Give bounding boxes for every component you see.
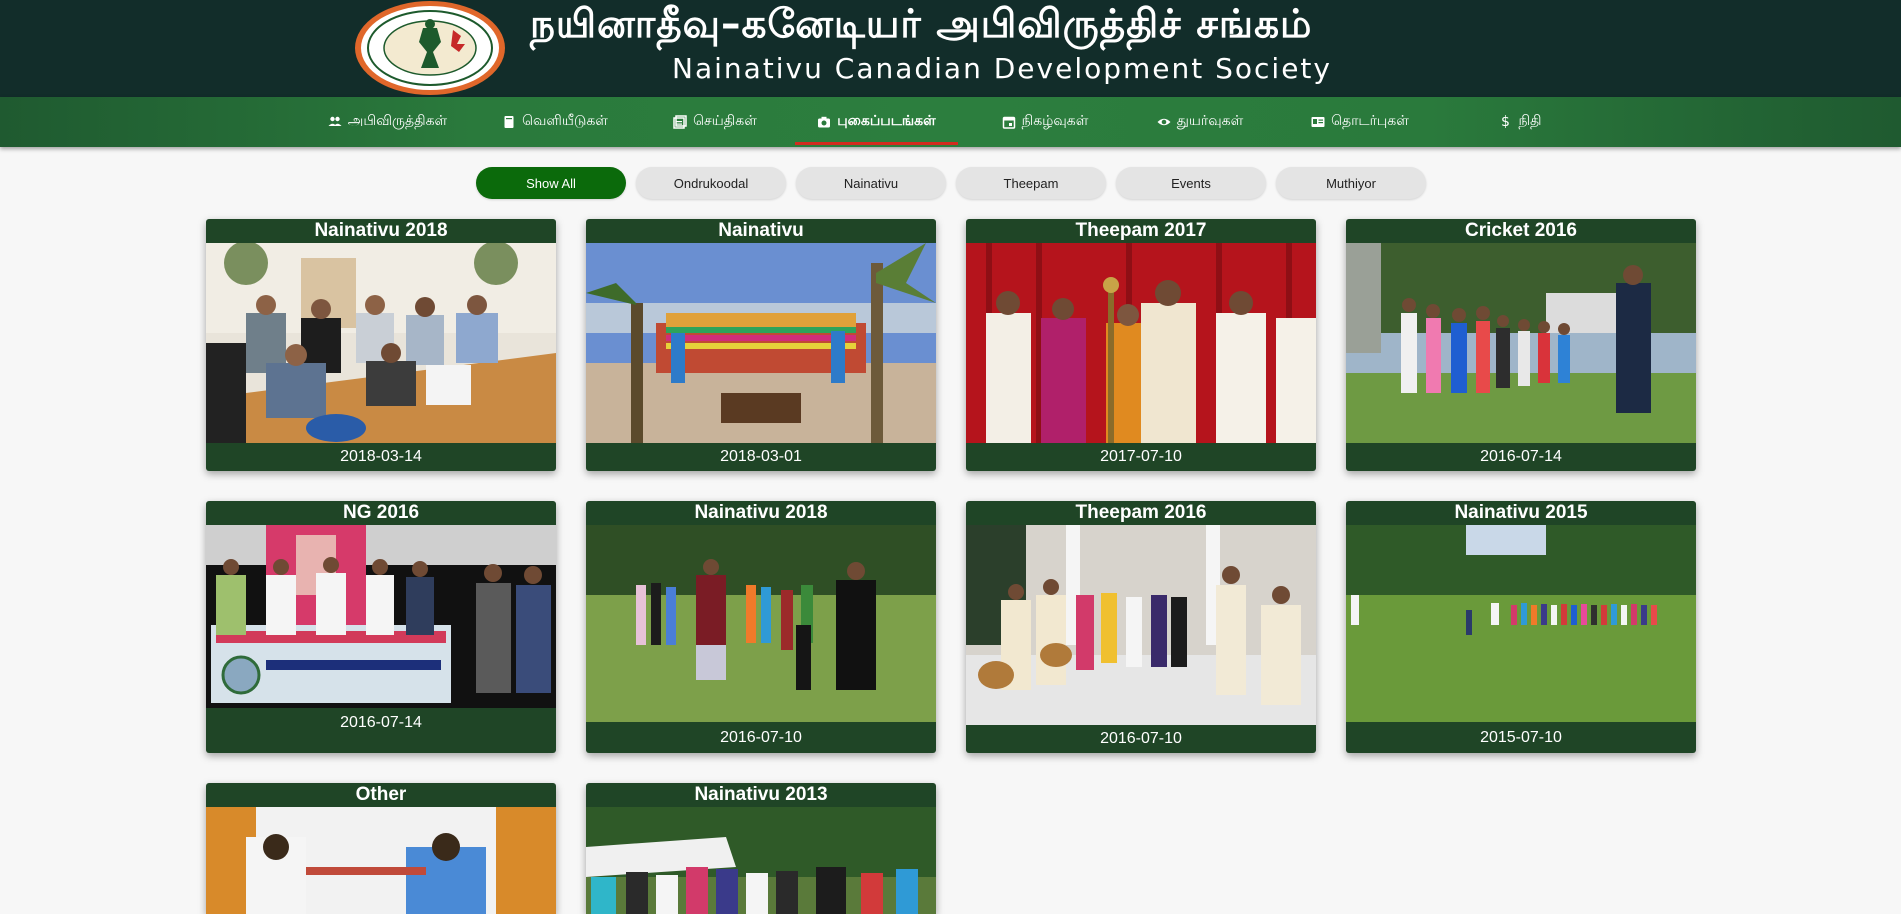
album-thumbnail	[206, 525, 556, 708]
card-date: 2016-07-14	[340, 714, 422, 731]
gallery-card[interactable]: Nainativu 2018 2016-07-10	[586, 501, 936, 753]
eye-icon	[1157, 118, 1171, 126]
album-thumbnail	[206, 243, 556, 443]
nav-item-label: புகைப்படங்கள்	[837, 113, 936, 129]
main-nav: அபிவிருத்திகள் வெளியீடுகள் செய்திகள் புக…	[0, 97, 1901, 147]
nav-item-contacts[interactable]: தொடர்புகள்	[1300, 97, 1420, 147]
nav-item-events[interactable]: நிகழ்வுகள்	[985, 97, 1105, 147]
filter-ondrukoodal[interactable]: Ondrukoodal	[636, 167, 786, 199]
filter-nainativu[interactable]: Nainativu	[796, 167, 946, 199]
calendar-icon	[1002, 116, 1015, 129]
album-thumbnail	[586, 807, 936, 914]
nav-item-developments[interactable]: அபிவிருத்திகள்	[315, 97, 460, 147]
gallery-card[interactable]: Nainativu 2015 2015-07-10	[1346, 501, 1696, 753]
dollar-icon: $	[1500, 114, 1510, 130]
nav-item-label: செய்திகள்	[693, 113, 757, 129]
nav-item-label: துயர்வுகள்	[1176, 113, 1244, 129]
card-title: Nainativu 2015	[1454, 502, 1588, 523]
book-icon	[504, 116, 514, 128]
nav-item-photos[interactable]: புகைப்படங்கள்	[795, 97, 958, 147]
card-date: 2015-07-10	[1480, 728, 1562, 746]
card-title: Other	[355, 784, 407, 805]
gallery-card[interactable]: Nainativu 2013	[586, 783, 936, 914]
album-thumbnail	[206, 807, 556, 914]
card-title: Nainativu 2018	[694, 502, 828, 523]
gallery-card[interactable]: Cricket 2016 2016-07-14	[1346, 219, 1696, 471]
album-thumbnail	[966, 525, 1316, 725]
card-date: 2018-03-14	[340, 448, 422, 465]
card-title: Nainativu	[718, 220, 804, 241]
gallery-card[interactable]: NG 2016 2016-07-14	[206, 501, 556, 753]
gallery-card[interactable]: Nainativu 2018 2018-03-14	[206, 219, 556, 471]
nav-item-label: நிதி	[1518, 113, 1542, 129]
filter-muthiyor[interactable]: Muthiyor	[1276, 167, 1426, 199]
card-title: Nainativu 2018	[314, 220, 448, 241]
card-title: Theepam 2017	[1075, 220, 1207, 241]
site-title-english: Nainativu Canadian Development Society	[672, 52, 1332, 85]
gallery-card[interactable]: Theepam 2017 2017-07-10	[966, 219, 1316, 471]
nav-item-publications[interactable]: வெளியீடுகள்	[490, 97, 620, 147]
filter-events[interactable]: Events	[1116, 167, 1266, 199]
card-date: 2016-07-14	[1480, 448, 1562, 465]
society-logo[interactable]	[353, 0, 508, 97]
nav-item-label: அபிவிருத்திகள்	[347, 113, 448, 129]
site-title-tamil: நயினாதீவு–கனேடியர் அபிவிருத்திச் சங்கம்	[530, 2, 1313, 47]
gallery-card[interactable]: Other	[206, 783, 556, 914]
card-date: 2016-07-10	[720, 728, 802, 746]
news-icon	[673, 115, 687, 129]
card-date: 2018-03-01	[720, 448, 802, 465]
filter-theepam[interactable]: Theepam	[956, 167, 1106, 199]
nav-item-label: நிகழ்வுகள்	[1021, 113, 1089, 129]
album-thumbnail	[1346, 243, 1696, 443]
site-header: நயினாதீவு–கனேடியர் அபிவிருத்திச் சங்கம் …	[0, 0, 1901, 97]
card-title: NG 2016	[342, 502, 420, 523]
contact-card-icon	[1311, 117, 1325, 127]
nav-item-funds[interactable]: $ நிதி	[1485, 97, 1555, 147]
nav-item-condolences[interactable]: துயர்வுகள்	[1145, 97, 1255, 147]
camera-icon	[818, 116, 831, 128]
album-thumbnail	[966, 243, 1316, 443]
nav-item-label: தொடர்புகள்	[1331, 113, 1409, 129]
nav-item-label: வெளியீடுகள்	[522, 113, 608, 129]
card-date: 2016-07-10	[1100, 730, 1182, 747]
nav-item-news[interactable]: செய்திகள்	[660, 97, 770, 147]
card-date: 2017-07-10	[1100, 448, 1182, 465]
album-thumbnail	[1346, 525, 1696, 722]
album-thumbnail	[586, 243, 936, 443]
gallery-card[interactable]: Nainativu 2018-03-01	[586, 219, 936, 471]
album-thumbnail	[586, 525, 936, 722]
card-title: Nainativu 2013	[694, 784, 828, 805]
card-title: Theepam 2016	[1075, 502, 1207, 523]
gallery-card[interactable]: Theepam 2016 2016-07-10	[966, 501, 1316, 753]
card-title: Cricket 2016	[1465, 220, 1577, 241]
people-icon	[328, 116, 342, 126]
filter-show-all[interactable]: Show All	[476, 167, 626, 199]
